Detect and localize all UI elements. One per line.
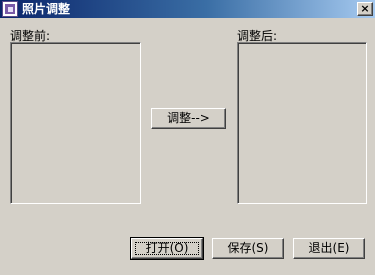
photo-adjust-window: 照片调整 × 调整前: 调整后: 调整--> 打开(O) 保存(S) 退出(E) xyxy=(0,0,375,275)
exit-button-label: 退出(E) xyxy=(308,241,350,255)
photo-app-icon xyxy=(2,1,18,17)
open-button-label: 打开(O) xyxy=(145,241,189,255)
before-label: 调整前: xyxy=(10,29,51,43)
after-label: 调整后: xyxy=(237,29,278,43)
exit-button[interactable]: 退出(E) xyxy=(293,238,365,259)
open-button[interactable]: 打开(O) xyxy=(130,237,204,260)
close-button[interactable]: × xyxy=(357,2,373,16)
adjust-button[interactable]: 调整--> xyxy=(151,108,226,129)
after-image-panel xyxy=(237,42,367,204)
save-button-label: 保存(S) xyxy=(227,241,269,255)
window-title: 照片调整 xyxy=(22,2,71,16)
adjust-button-label: 调整--> xyxy=(167,111,210,125)
title-bar[interactable]: 照片调整 × xyxy=(0,0,375,18)
before-image-panel xyxy=(10,42,141,204)
save-button[interactable]: 保存(S) xyxy=(212,238,284,259)
